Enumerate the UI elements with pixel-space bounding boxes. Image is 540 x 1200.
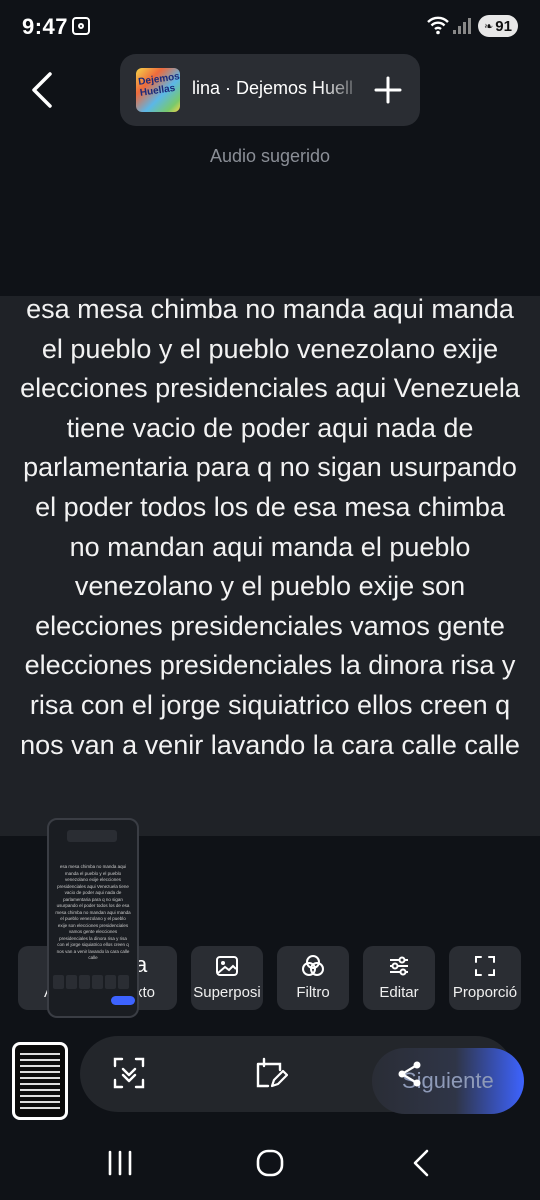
filter-icon [302,955,324,976]
preview-next-button [111,996,135,1005]
tool-ratio-button[interactable]: Proporció [449,946,521,1010]
tool-filter-button[interactable]: Filtro [277,946,349,1010]
tool-overlay-label: Superposi [193,984,261,1001]
album-art: Dejemos Huellas [136,68,180,112]
preview-toolbar [53,975,129,989]
edit-cover-icon[interactable] [254,1056,288,1090]
recent-apps-icon[interactable] [106,1150,134,1176]
preview-text: esa mesa chimba no manda aqui manda el p… [55,864,131,960]
sliders-icon [390,956,408,976]
preview-header [67,830,117,842]
screenshot-preview[interactable]: esa mesa chimba no manda aqui manda el p… [47,818,139,1018]
add-audio-button[interactable] [372,74,404,106]
next-button[interactable]: Siguiente [372,1048,524,1114]
tool-edit-label: Editar [379,984,419,1001]
battery-indicator: ❧ 91 [478,15,518,37]
album-art-text: Dejemos Huellas [137,71,180,99]
signal-icon [453,18,471,34]
status-time: 9:47 [22,14,69,39]
home-icon[interactable] [255,1148,285,1178]
battery-level: 91 [495,17,512,35]
battery-leaf-icon: ❧ [484,20,494,33]
audio-selector[interactable]: Dejemos Huellas lina · Dejemos Huell [120,54,420,126]
system-back-icon[interactable] [410,1149,432,1177]
video-canvas[interactable]: esa mesa chimba no manda aqui manda el p… [0,296,540,836]
audio-title-fade [320,68,366,112]
tool-ratio-label: Proporció [452,984,518,1001]
screen-record-icon [72,17,90,35]
wifi-icon [427,16,449,35]
tool-overlay-button[interactable]: Superposi [191,946,263,1010]
overlay-text[interactable]: esa mesa chimba no manda aqui manda el p… [20,296,520,765]
tool-filter-label: Filtro [296,984,330,1001]
back-button[interactable] [26,70,62,110]
suggested-audio-label: Audio sugerido [209,146,331,166]
frame-thumbnail[interactable] [12,1042,68,1120]
share-icon[interactable] [396,1060,424,1088]
auto-cut-icon[interactable] [112,1056,146,1090]
aspect-ratio-icon [475,956,495,976]
tool-edit-button[interactable]: Editar [363,946,435,1010]
tool-text-label: xto [135,984,156,1001]
image-overlay-icon [216,956,238,976]
